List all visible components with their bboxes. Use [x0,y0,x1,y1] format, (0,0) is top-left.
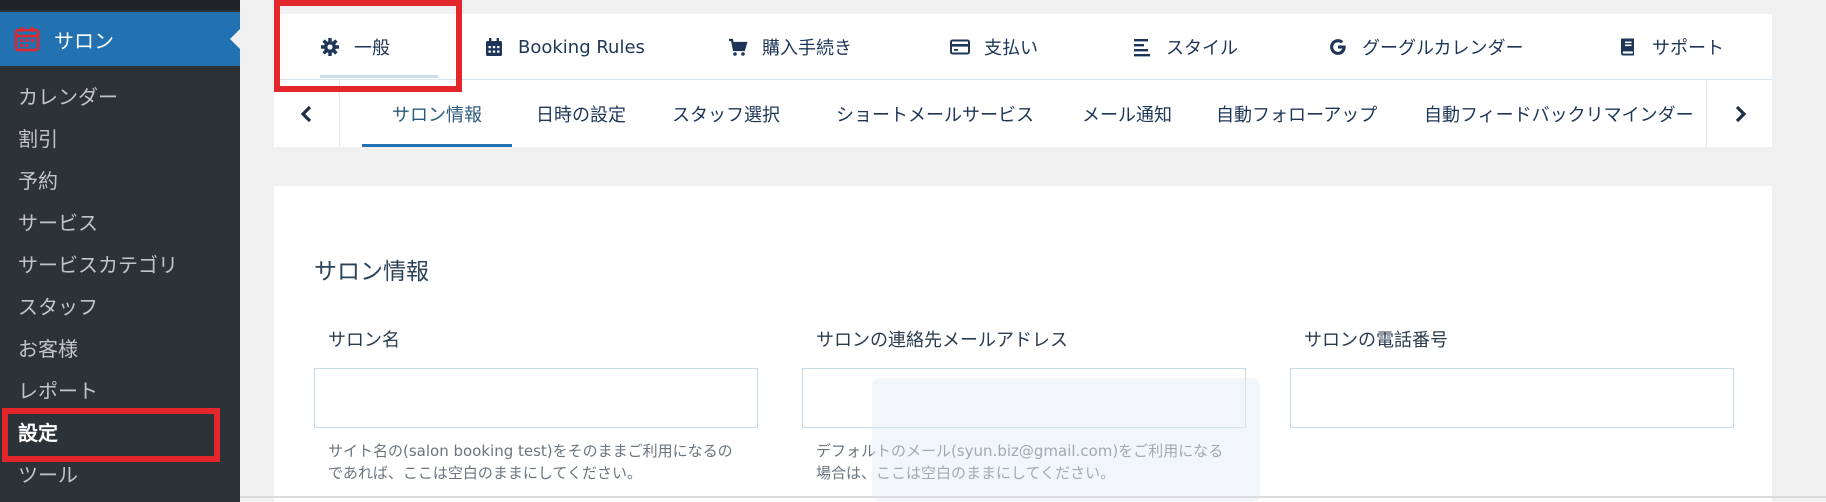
main-tab-bar: 一般 Booking Rules 購入手続き 支払い スタイル グーグルカレンダ… [274,14,1772,80]
subtab-staff-selection[interactable]: スタッフ選択 [672,81,780,147]
salon-email-label: サロンの連絡先メールアドレス [816,330,1068,351]
salon-name-label: サロン名 [328,330,400,351]
admin-sidebar: サロン カレンダー 割引 予約 サービス サービスカテゴリ スタッフ お客様 レ… [0,0,240,502]
tab-booking-rules-label: Booking Rules [518,36,645,58]
active-menu-arrow [230,29,240,49]
sidebar-top-strip [0,0,240,10]
tab-general-label: 一般 [354,38,390,59]
tab-payments-label: 支払い [984,38,1038,59]
salon-phone-field: サロンの電話番号 [1290,326,1734,428]
sidebar-item-services[interactable]: サービス [0,200,240,242]
tab-google-calendar-label: グーグルカレンダー [1362,38,1524,59]
faint-overlay-popup [872,378,1260,502]
chevron-left-icon [300,105,311,123]
credit-card-icon [950,39,970,55]
bottom-divider [240,496,1826,498]
tab-booking-rules[interactable]: Booking Rules [484,14,645,80]
tab-general[interactable]: 一般 [320,14,450,80]
tab-google-calendar[interactable]: グーグルカレンダー [1328,14,1523,80]
sub-tabs-scroll-right-button[interactable] [1706,81,1772,147]
tab-support[interactable]: サポート [1618,14,1724,80]
sidebar-item-bookings[interactable]: 予約 [0,158,240,200]
gear-icon [321,38,339,56]
salon-phone-input[interactable] [1290,368,1734,428]
salon-name-field: サロン名 サイト名の(salon booking test)をそのままご利用にな… [314,326,758,484]
sidebar-menu-salon-label: サロン [54,28,114,53]
sidebar-menu-salon[interactable]: サロン [0,12,240,66]
sub-tabs-scroll-left-button[interactable] [274,81,340,147]
sidebar-item-customers[interactable]: お客様 [0,326,240,368]
salon-name-input[interactable] [314,368,758,428]
tab-style[interactable]: スタイル [1132,14,1238,80]
subtab-auto-follow-up[interactable]: 自動フォローアップ [1216,81,1377,147]
sidebar-item-discounts[interactable]: 割引 [0,116,240,158]
subtab-email-notifications[interactable]: メール通知 [1082,81,1172,147]
sidebar-submenu: カレンダー 割引 予約 サービス サービスカテゴリ スタッフ お客様 レポート … [0,74,240,494]
sidebar-item-staff[interactable]: スタッフ [0,284,240,326]
section-title: サロン情報 [314,259,429,285]
sub-tab-bar: サロン情報 日時の設定 スタッフ選択 ショートメールサービス メール通知 自動フ… [274,81,1772,147]
subtab-salon-info[interactable]: サロン情報 [362,81,512,147]
subtab-auto-feedback-reminder[interactable]: 自動フィードバックリマインダー [1424,81,1694,147]
sidebar-item-calendar[interactable]: カレンダー [0,74,240,116]
sidebar-item-tools[interactable]: ツール [0,452,240,494]
subtab-sms-service[interactable]: ショートメールサービス [836,81,1034,147]
book-icon [1621,38,1634,56]
sidebar-item-settings[interactable]: 設定 [0,410,240,452]
sidebar-item-service-categories[interactable]: サービスカテゴリ [0,242,240,284]
tab-style-label: スタイル [1166,38,1238,59]
calendar-icon [14,27,40,52]
sub-tab-scroll-area: サロン情報 日時の設定 スタッフ選択 ショートメールサービス メール通知 自動フ… [340,81,1706,147]
tab-support-label: サポート [1652,38,1724,59]
align-left-icon [1134,39,1150,57]
subtab-datetime-settings[interactable]: 日時の設定 [536,81,626,147]
calendar-icon [486,38,502,56]
cart-icon [729,38,748,56]
tab-checkout-label: 購入手続き [762,38,852,59]
salon-phone-label: サロンの電話番号 [1304,330,1448,351]
chevron-right-icon [1735,105,1746,123]
salon-name-help: サイト名の(salon booking test)をそのままご利用になるのであれ… [328,442,733,482]
tab-payments[interactable]: 支払い [950,14,1038,80]
google-icon [1330,39,1346,55]
settings-tabs-panel: 一般 Booking Rules 購入手続き 支払い スタイル グーグルカレンダ… [274,14,1772,147]
sidebar-item-reports[interactable]: レポート [0,368,240,410]
tab-checkout[interactable]: 購入手続き [728,14,852,80]
